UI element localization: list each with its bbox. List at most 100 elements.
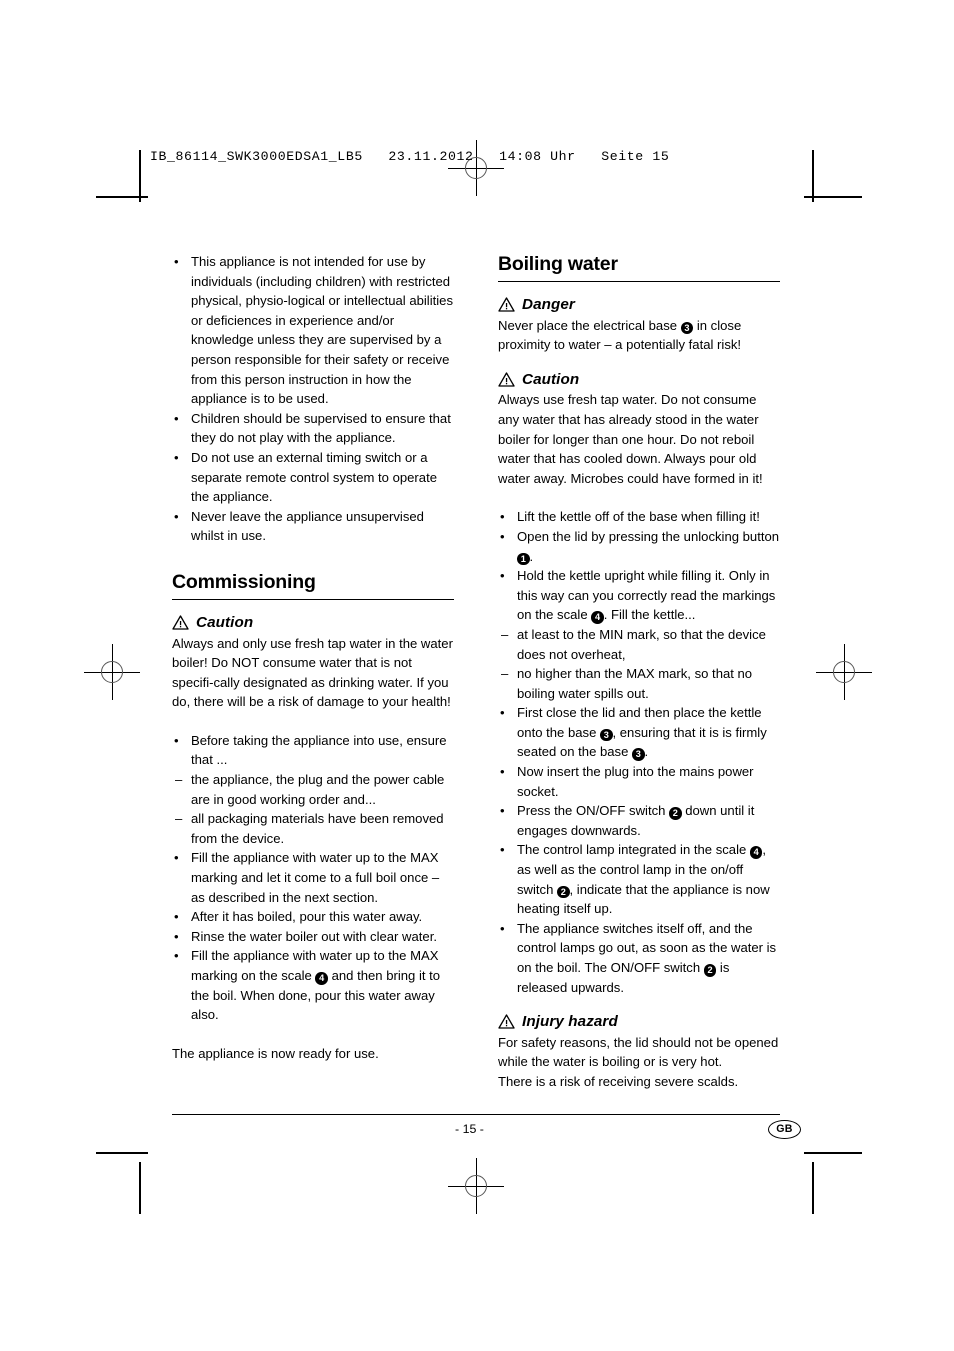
bullet-marker: •: [500, 528, 505, 544]
list-item-text: After it has boiled, pour this water awa…: [191, 909, 423, 925]
list-item-text: Before taking the appliance into use, en…: [191, 732, 447, 768]
list-item: • Hold the kettle upright while filling …: [498, 566, 780, 625]
heading-rule: [498, 281, 780, 282]
list-item-text: The control lamp integrated in the scale: [517, 842, 750, 858]
bullet-marker: •: [174, 928, 179, 944]
danger-header: Danger: [498, 295, 780, 315]
caution-header: Caution: [498, 370, 780, 390]
part-reference-3: 3: [632, 748, 645, 761]
list-item-text: Lift the kettle off of the base when fil…: [517, 509, 760, 525]
list-item: • The appliance switches itself off, and…: [498, 919, 780, 997]
caution-text: Always and only use fresh tap water in t…: [172, 635, 453, 710]
two-column-layout: • This appliance is not intended for use…: [172, 252, 780, 1092]
list-item-text: Rinse the water boiler out with clear wa…: [191, 928, 437, 944]
closing-text: The appliance is now ready for use.: [172, 1045, 379, 1061]
list-item-text: at least to the MIN mark, so that the de…: [517, 626, 766, 662]
injury-hazard-header: Injury hazard: [498, 1012, 780, 1032]
list-item-text: Do not use an external timing switch or …: [191, 449, 437, 505]
bullet-marker: •: [500, 705, 505, 721]
bullet-marker: •: [174, 948, 179, 964]
list-item-text: all packaging materials have been remove…: [191, 811, 444, 846]
injury-hazard-label: Injury hazard: [522, 1013, 618, 1031]
bullet-marker: •: [174, 508, 179, 524]
list-item: • Never leave the appliance unsupervised…: [172, 507, 454, 546]
list-item: • Before taking the appliance into use, …: [172, 731, 454, 770]
page-number: - 15 -: [455, 1122, 484, 1136]
list-item: • Press the ON/OFF switch 2 down until i…: [498, 801, 780, 840]
dash-marker: –: [175, 772, 183, 788]
bullet-marker: •: [500, 764, 505, 780]
bullet-marker: •: [500, 842, 505, 858]
bullet-marker: •: [500, 803, 505, 819]
part-reference-3: 3: [600, 728, 613, 742]
part-reference-4: 4: [591, 611, 604, 624]
language-badge: GB: [768, 1120, 801, 1139]
danger-text-before: Never place the electrical base: [498, 317, 681, 333]
right-column: Boiling water Danger Never place the ele…: [498, 252, 780, 1092]
left-column: • This appliance is not intended for use…: [172, 252, 454, 1092]
bullet-marker: •: [500, 920, 505, 936]
list-item-text: the appliance, the plug and the power ca…: [191, 772, 445, 807]
safety-bullet-list: • This appliance is not intended for use…: [172, 252, 454, 546]
caution-label: Caution: [196, 613, 254, 631]
part-reference-2: 2: [557, 885, 570, 899]
list-item: – no higher than the MAX mark, so that n…: [498, 664, 780, 703]
bullet-marker: •: [174, 732, 179, 748]
list-item: • Fill the appliance with water up to th…: [172, 946, 454, 1024]
injury-hazard-text-line1: For safety reasons, the lid should not b…: [498, 1034, 779, 1070]
list-item: – the appliance, the plug and the power …: [172, 770, 454, 809]
bullet-marker: •: [500, 568, 505, 584]
list-item-text: Open the lid by pressing the unlocking b…: [517, 528, 780, 544]
bullet-marker: •: [174, 850, 179, 866]
danger-label: Danger: [522, 296, 575, 313]
part-reference-4: 4: [315, 972, 328, 985]
part-reference-2: 2: [669, 807, 682, 820]
heading-rule: [172, 598, 454, 600]
list-item: • Do not use an external timing switch o…: [172, 448, 454, 507]
injury-hazard-text-line2: There is a risk of receiving severe scal…: [498, 1073, 739, 1089]
dash-marker: –: [501, 666, 509, 682]
part-reference-3: 3: [680, 321, 694, 335]
list-item: • Lift the kettle off of the base when f…: [498, 507, 780, 527]
warning-triangle-icon: [172, 615, 189, 630]
bullet-marker: •: [174, 449, 179, 465]
dash-marker: –: [175, 811, 183, 827]
list-item-text: no higher than the MAX mark, so that no …: [517, 666, 753, 701]
list-item: – all packaging materials have been remo…: [172, 809, 454, 848]
list-item-text: Press the ON/OFF switch: [517, 803, 670, 819]
list-item-text: Now insert the plug into the mains power…: [517, 764, 754, 799]
footer-rule: [172, 1114, 780, 1115]
section-heading-commissioning: Commissioning: [172, 570, 316, 593]
caution-text: Always use fresh tap water. Do not consu…: [498, 392, 763, 486]
danger-text: Never place the electrical base 3 in clo…: [498, 316, 780, 355]
list-item: • Now insert the plug into the mains pow…: [498, 762, 780, 801]
list-item: • After it has boiled, pour this water a…: [172, 907, 454, 927]
bullet-marker: •: [174, 410, 179, 426]
section-heading-boiling-water: Boiling water: [498, 253, 618, 275]
caution-label: Caution: [522, 370, 580, 388]
list-item: – at least to the MIN mark, so that the …: [498, 625, 780, 664]
bullet-marker: •: [174, 254, 179, 269]
list-item-text: The appliance switches itself off, and t…: [517, 920, 777, 975]
list-item-text: Fill the appliance with water up to the …: [191, 850, 440, 905]
list-item: • Rinse the water boiler out with clear …: [172, 927, 454, 947]
bullet-marker: •: [174, 909, 179, 925]
part-reference-2: 2: [703, 964, 717, 977]
boiling-water-bullet-list: • Lift the kettle off of the base when f…: [498, 507, 780, 997]
warning-triangle-icon: [498, 372, 515, 387]
list-item-text: This appliance is not intended for use b…: [191, 254, 454, 407]
list-item: • The control lamp integrated in the sca…: [498, 840, 780, 918]
list-item-text: Children should be supervised to ensure …: [191, 410, 451, 446]
list-item: • Children should be supervised to ensur…: [172, 409, 454, 448]
list-item: • Fill the appliance with water up to th…: [172, 848, 454, 907]
dash-marker: –: [501, 626, 509, 642]
list-item-text: . Fill the kettle...: [603, 607, 696, 623]
list-item-text: Never leave the appliance unsupervised w…: [191, 508, 424, 544]
warning-triangle-icon: [498, 1014, 515, 1030]
